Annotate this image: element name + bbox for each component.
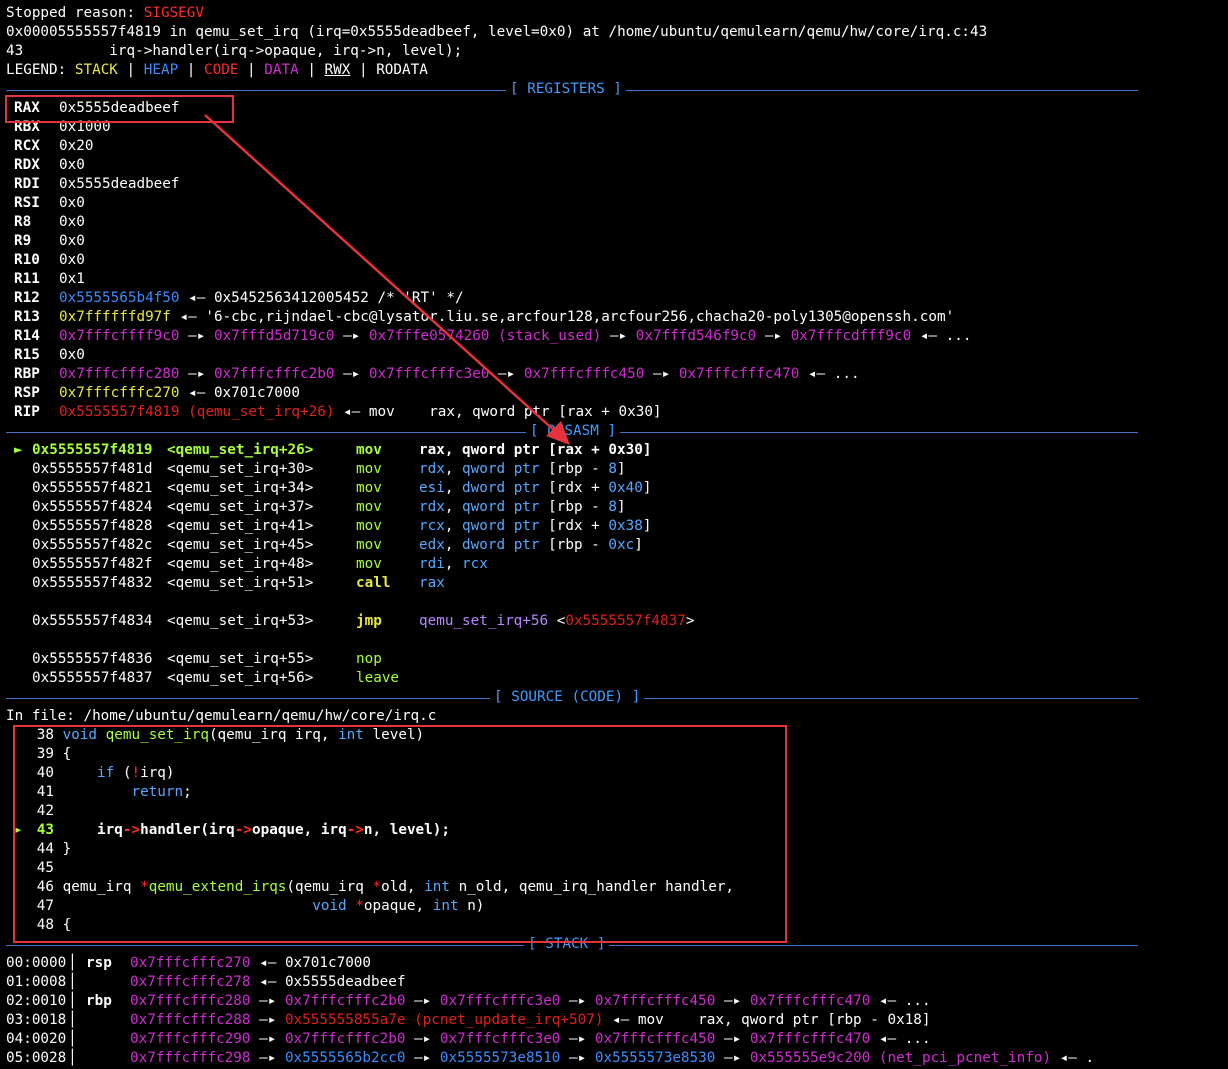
annotation-arrow [204,114,570,445]
